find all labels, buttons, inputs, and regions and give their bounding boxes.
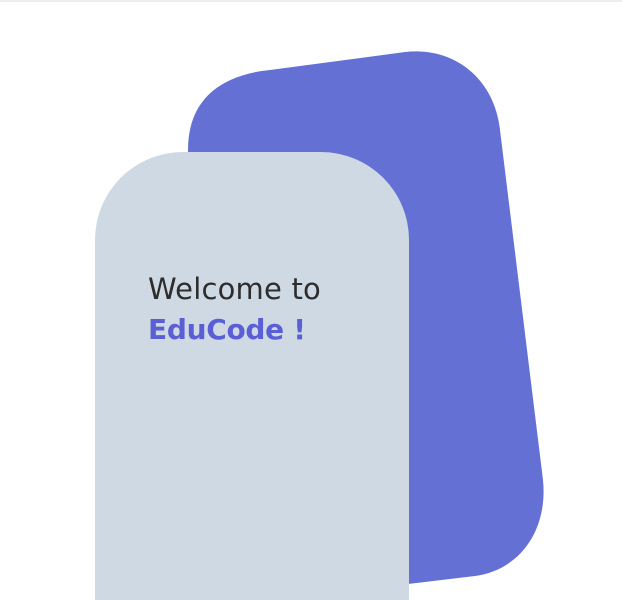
welcome-card: [95, 152, 409, 600]
brand-name: EduCode !: [148, 313, 306, 346]
welcome-heading: Welcome to: [148, 272, 321, 306]
